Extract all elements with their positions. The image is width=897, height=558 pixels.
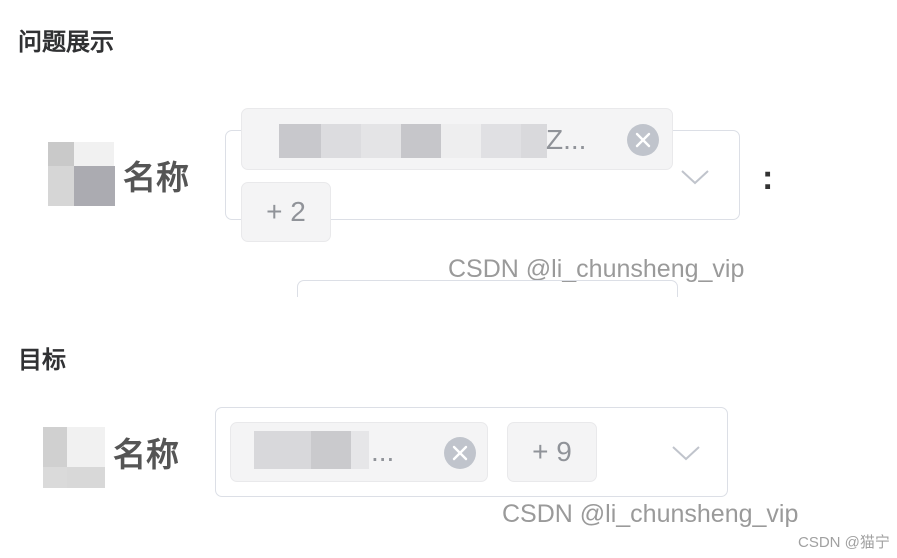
partial-input-box — [297, 280, 678, 297]
collapsed-tags-count: + 2 — [241, 182, 331, 242]
tag-label: Z... — [546, 124, 587, 155]
section-title-target: 目标 — [18, 347, 66, 374]
chevron-down-icon — [681, 170, 709, 185]
label-suffix-colon: : — [762, 159, 774, 197]
close-circle-icon[interactable] — [626, 123, 660, 157]
selected-tag: ... — [230, 422, 488, 482]
form-label-name: 名称 — [123, 159, 189, 196]
watermark: CSDN @li_chunsheng_vip — [502, 500, 799, 528]
collapsed-tags-count: + 9 — [507, 422, 597, 482]
footer-watermark: CSDN @猫宁 — [798, 534, 890, 551]
selected-tag: Z... — [241, 108, 673, 170]
form-label-name: 名称 — [113, 436, 179, 473]
close-circle-icon[interactable] — [443, 436, 477, 470]
tag-label: ... — [371, 436, 395, 467]
chevron-down-icon — [672, 446, 700, 461]
section-title-problem-display: 问题展示 — [18, 29, 114, 56]
